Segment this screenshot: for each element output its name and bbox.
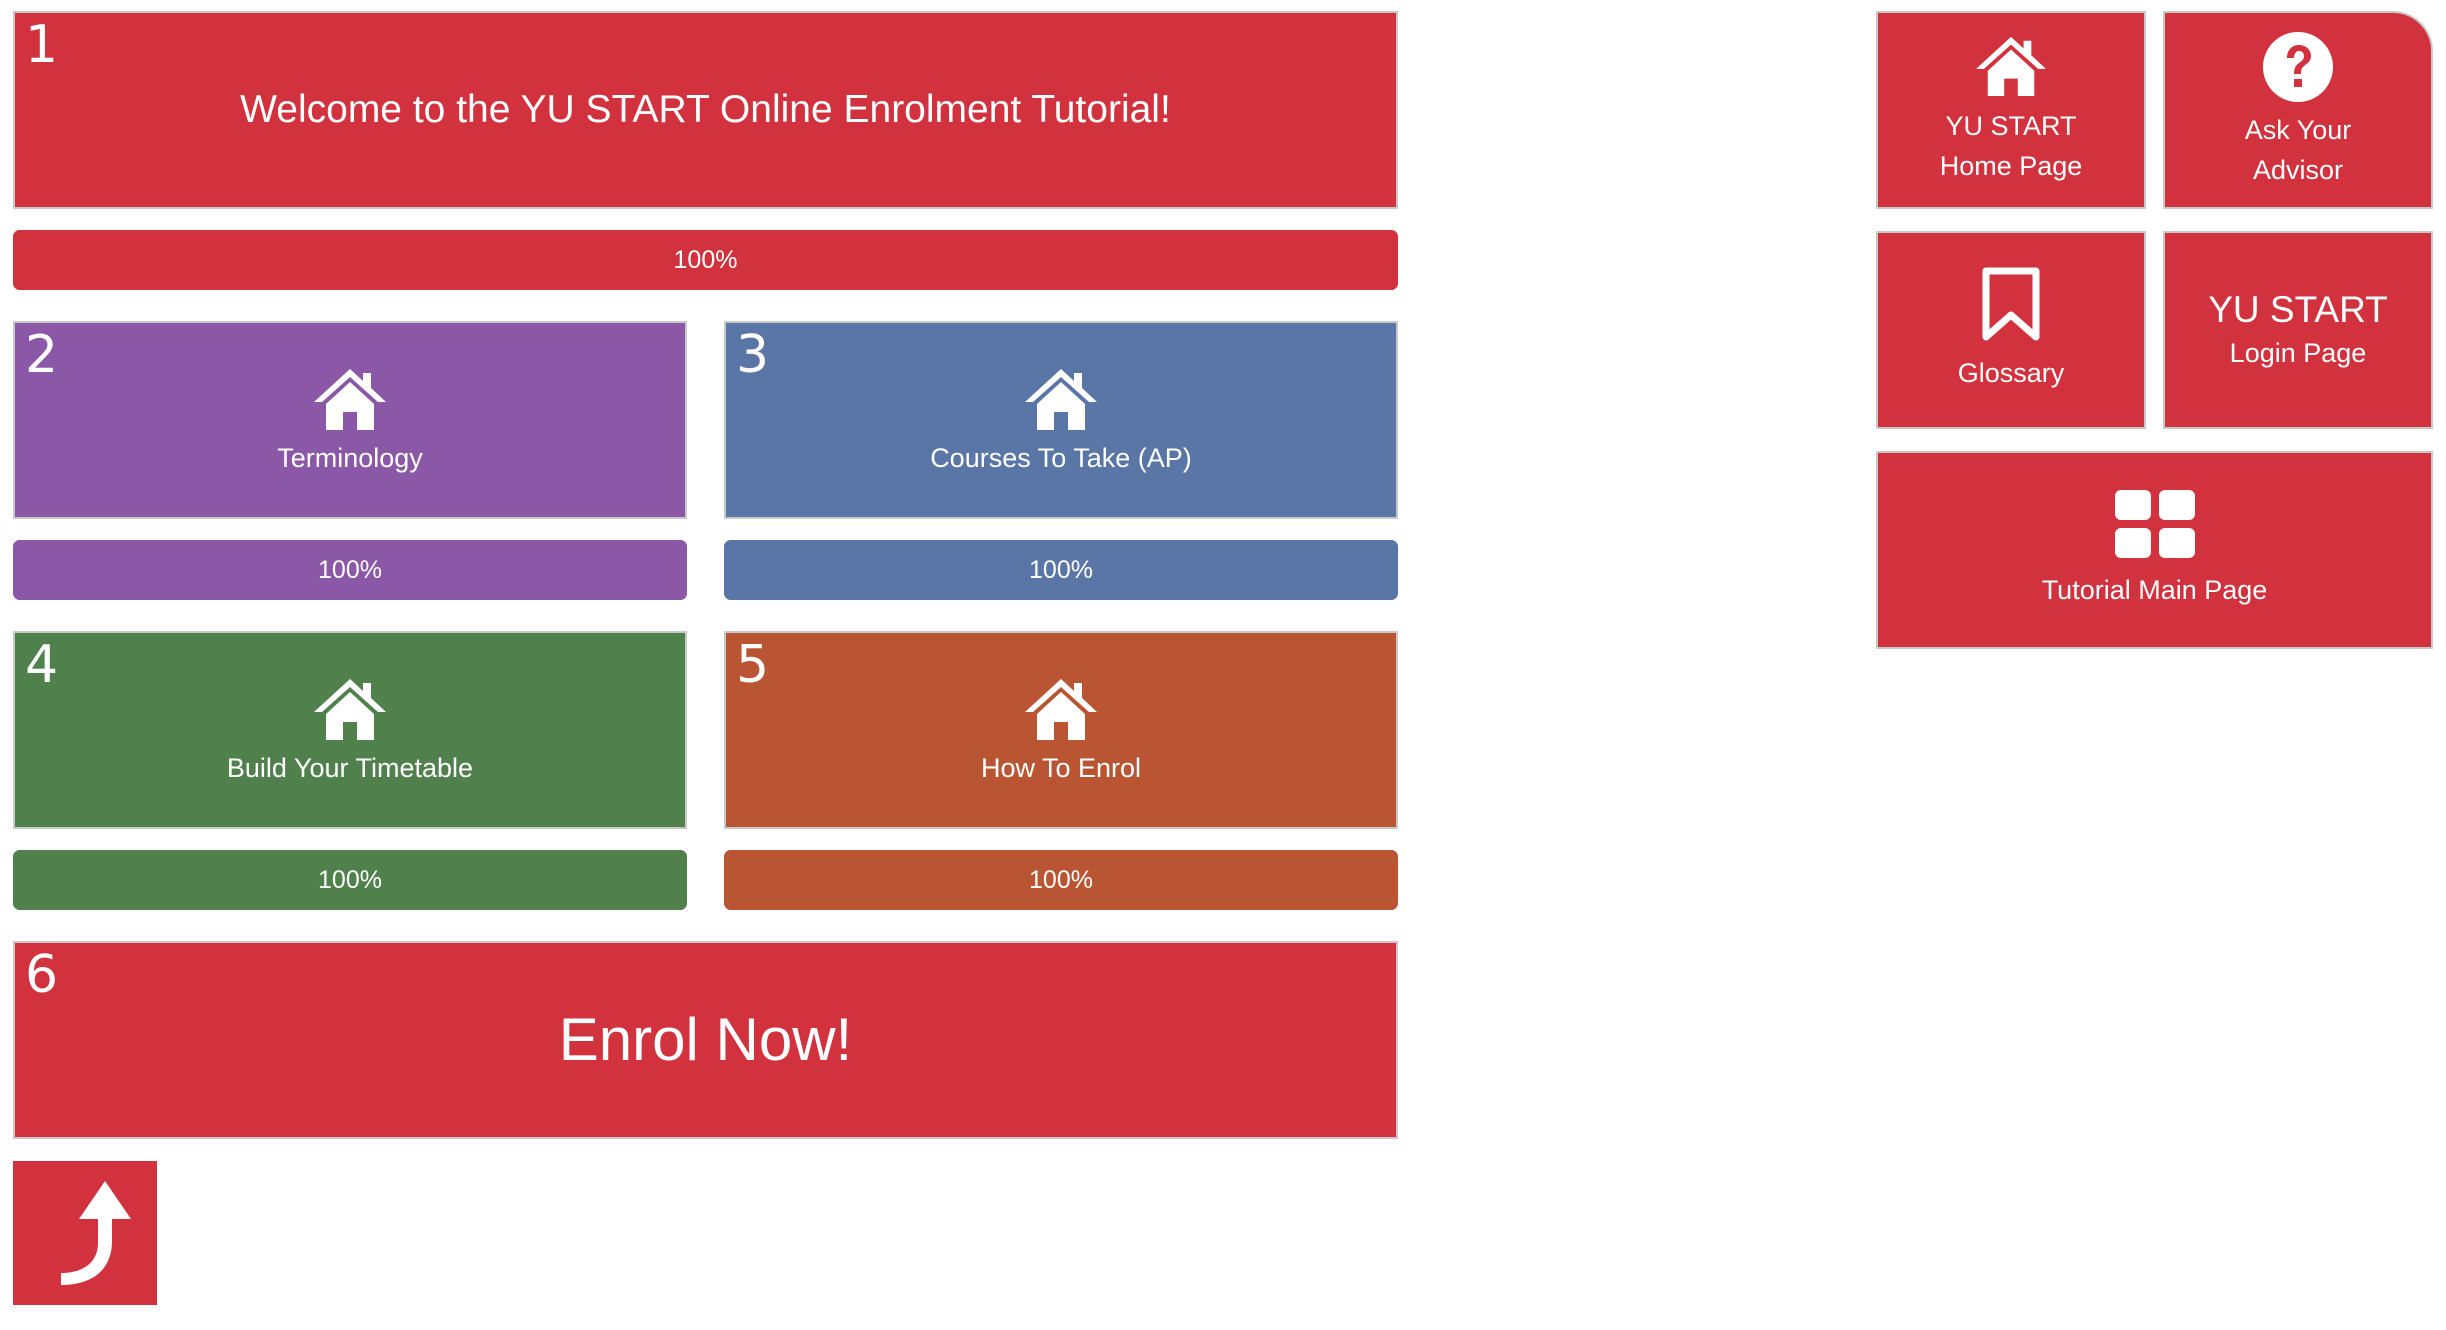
progress-text: 100% bbox=[1029, 555, 1093, 584]
step-label: Courses To Take (AP) bbox=[930, 442, 1192, 473]
bookmark-icon bbox=[1980, 267, 2042, 341]
back-to-top-button[interactable] bbox=[13, 1161, 157, 1305]
step-label: How To Enrol bbox=[980, 752, 1142, 783]
step-number: 3 bbox=[736, 325, 770, 385]
home-icon bbox=[311, 676, 389, 742]
step-label: Enrol Now! bbox=[558, 1006, 853, 1073]
home-icon bbox=[1972, 34, 2050, 98]
progress-text: 100% bbox=[673, 245, 738, 274]
step-number: 4 bbox=[25, 635, 59, 695]
glossary-button[interactable]: Glossary bbox=[1876, 231, 2146, 429]
advisor-line2: Advisor bbox=[2252, 155, 2343, 185]
home-icon bbox=[1022, 366, 1100, 432]
step-label: Terminology bbox=[277, 442, 423, 473]
login-line2: Login Page bbox=[2229, 338, 2367, 368]
yu-start-login-page-button[interactable]: YU START Login Page bbox=[2163, 231, 2433, 429]
step-label: Welcome to the YU START Online Enrolment… bbox=[240, 87, 1171, 131]
step-3-progress-bar: 100% bbox=[724, 540, 1398, 600]
login-line1: YU START bbox=[2208, 289, 2388, 330]
grid-icon bbox=[2114, 490, 2195, 558]
progress-text: 100% bbox=[1029, 865, 1093, 894]
curved-arrow-up-icon bbox=[61, 1181, 131, 1285]
step-number: 1 bbox=[25, 15, 59, 75]
yu-start-home-page-button[interactable]: YU START Home Page bbox=[1876, 11, 2146, 209]
advisor-line1: Ask Your bbox=[2244, 115, 2352, 145]
home-icon bbox=[1022, 676, 1100, 742]
step-4-progress-bar: 100% bbox=[13, 850, 687, 910]
ask-your-advisor-button[interactable]: Ask Your Advisor bbox=[2163, 11, 2433, 209]
step-5-how-to-enrol-tile[interactable]: 5 How To Enrol bbox=[724, 631, 1398, 829]
step-1-welcome-tile[interactable]: 1 Welcome to the YU START Online Enrolme… bbox=[13, 11, 1398, 209]
question-circle-icon bbox=[2261, 30, 2335, 104]
progress-text: 100% bbox=[318, 555, 382, 584]
step-number: 5 bbox=[736, 635, 770, 695]
step-6-enrol-now-tile[interactable]: 6 Enrol Now! bbox=[13, 941, 1398, 1139]
step-4-timetable-tile[interactable]: 4 Build Your Timetable bbox=[13, 631, 687, 829]
step-number: 6 bbox=[25, 945, 59, 1005]
home-icon bbox=[311, 366, 389, 432]
tutorial-main-page-button[interactable]: Tutorial Main Page bbox=[1876, 451, 2433, 649]
step-5-progress-bar: 100% bbox=[724, 850, 1398, 910]
home-line2: Home Page bbox=[1939, 151, 2083, 181]
step-3-courses-tile[interactable]: 3 Courses To Take (AP) bbox=[724, 321, 1398, 519]
step-1-progress-bar: 100% bbox=[13, 230, 1398, 290]
progress-text: 100% bbox=[318, 865, 382, 894]
step-number: 2 bbox=[25, 325, 59, 385]
step-2-terminology-tile[interactable]: 2 Terminology bbox=[13, 321, 687, 519]
tutorial-main-label: Tutorial Main Page bbox=[2041, 575, 2268, 605]
home-line1: YU START bbox=[1945, 111, 2077, 141]
step-2-progress-bar: 100% bbox=[13, 540, 687, 600]
step-label: Build Your Timetable bbox=[226, 752, 474, 783]
glossary-label: Glossary bbox=[1957, 358, 2065, 388]
